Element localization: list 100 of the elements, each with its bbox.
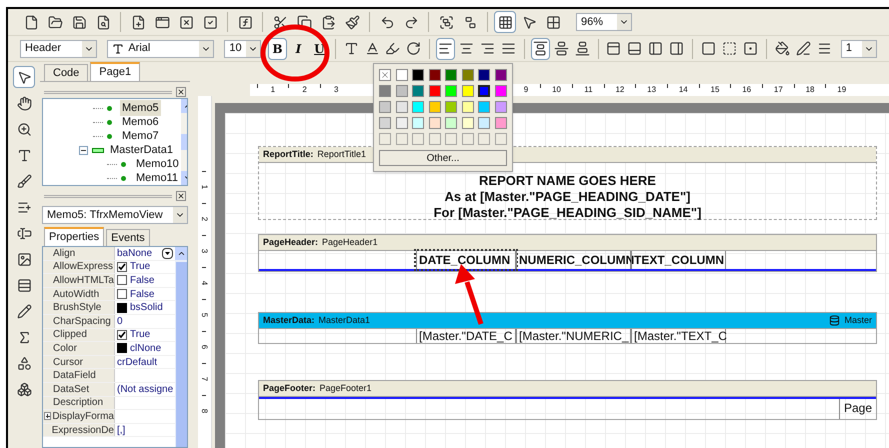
color-swatch[interactable]: [445, 117, 457, 129]
master-data-band[interactable]: MasterData: MasterData1 Master [Master."DATE_C [Master."NUMERIC_ [Master."TEXT_C: [258, 312, 877, 344]
page-tab[interactable]: Page1: [90, 62, 140, 81]
text-style-button[interactable]: I: [288, 38, 308, 60]
checkbox[interactable]: [117, 275, 127, 286]
color-swatch[interactable]: [396, 117, 408, 129]
color-swatch[interactable]: [478, 85, 490, 97]
color-swatch[interactable]: [379, 101, 391, 113]
align-left-icon[interactable]: [436, 38, 456, 60]
color-swatch[interactable]: [412, 85, 424, 97]
dataset-icon: [829, 315, 840, 326]
page-text[interactable]: Page: [838, 399, 876, 419]
color-swatch[interactable]: [379, 117, 391, 129]
color-swatch[interactable]: [412, 69, 424, 81]
pointer-icon[interactable]: [13, 66, 35, 88]
font-combo[interactable]: Arial: [107, 40, 214, 58]
title-text[interactable]: For [Master."PAGE_HEADING_SID_NAME"]: [434, 205, 702, 221]
empty-swatch[interactable]: [462, 133, 474, 145]
empty-swatch[interactable]: [379, 133, 391, 145]
checkbox[interactable]: [117, 262, 127, 272]
close-icon[interactable]: [176, 87, 186, 97]
color-swatch[interactable]: [428, 69, 440, 81]
property-value[interactable]: baNone: [117, 247, 162, 261]
property-value[interactable]: True: [130, 327, 150, 342]
color-swatch[interactable]: [428, 85, 440, 97]
tree-item[interactable]: Memo5: [120, 100, 161, 116]
color-swatch[interactable]: [462, 101, 474, 113]
font-size-combo[interactable]: 10: [224, 40, 261, 58]
column-header-text[interactable]: DATE_COLUMN: [416, 251, 516, 269]
text-style-button[interactable]: B: [268, 38, 287, 60]
empty-swatch[interactable]: [428, 133, 440, 145]
property-value[interactable]: crDefault: [117, 354, 158, 370]
color-swatch[interactable]: [494, 69, 506, 81]
field-text[interactable]: [Master."DATE_C: [416, 329, 516, 343]
tree-item[interactable]: MasterData1: [108, 142, 175, 158]
column-header-text[interactable]: TEXT_COLUMN: [631, 251, 726, 269]
color-swatch[interactable]: [478, 101, 490, 113]
title-text[interactable]: REPORT NAME GOES HERE: [479, 173, 656, 189]
ruler-number: 17: [774, 84, 783, 96]
empty-swatch[interactable]: [412, 133, 424, 145]
dropdown-button[interactable]: [162, 248, 174, 259]
color-swatch[interactable]: [428, 117, 440, 129]
page-footer-band[interactable]: PageFooter: PageFooter1 Page: [258, 380, 877, 420]
color-swatch[interactable]: [445, 101, 457, 113]
align-top-icon[interactable]: [530, 38, 550, 60]
zoom-combo[interactable]: 96%: [576, 13, 632, 31]
color-swatch[interactable]: [379, 85, 391, 97]
property-value[interactable]: False: [130, 286, 154, 302]
object-combo[interactable]: Memo5: TfrxMemoView: [42, 206, 188, 224]
title-text[interactable]: As at [Master."PAGE_HEADING_DATE"]: [444, 189, 690, 205]
tree-item[interactable]: Memo7: [120, 128, 161, 144]
property-value[interactable]: 0: [117, 314, 123, 329]
no-color-swatch[interactable]: [379, 69, 391, 81]
field-text[interactable]: [Master."TEXT_C: [631, 329, 726, 343]
tree-item[interactable]: Memo6: [120, 114, 161, 130]
tree-item[interactable]: Memo10: [134, 156, 181, 172]
text-style-button[interactable]: U: [310, 38, 329, 60]
color-swatch[interactable]: [445, 85, 457, 97]
color-swatch[interactable]: [412, 101, 424, 113]
style-combo[interactable]: Header: [20, 40, 97, 58]
close-icon[interactable]: [176, 191, 186, 201]
color-swatch[interactable]: [494, 85, 506, 97]
property-value[interactable]: False: [130, 272, 154, 288]
empty-swatch[interactable]: [494, 133, 506, 145]
color-swatch[interactable]: [462, 117, 474, 129]
column-header-text[interactable]: NUMERIC_COLUMN: [516, 251, 631, 269]
frame-width-combo[interactable]: 1: [840, 40, 877, 58]
color-swatch[interactable]: [494, 101, 506, 113]
page-tab[interactable]: Code: [44, 64, 88, 81]
empty-swatch[interactable]: [445, 133, 457, 145]
expand-box[interactable]: [44, 412, 52, 420]
empty-swatch[interactable]: [478, 133, 490, 145]
property-value[interactable]: [,]: [117, 422, 126, 438]
page-header-band[interactable]: PageHeader: PageHeader1 DATE_COLUMN NUMERIC_COLUMNTEXT_COLUMN: [258, 234, 877, 272]
color-swatch[interactable]: [396, 69, 408, 81]
inspector-tab[interactable]: Properties: [44, 227, 104, 246]
tree-item[interactable]: Memo11: [134, 170, 180, 185]
property-value[interactable]: clNone: [130, 340, 162, 356]
property-value[interactable]: (Not assigne: [117, 382, 174, 397]
other-color-button[interactable]: Other...: [379, 150, 507, 166]
color-swatch[interactable]: [462, 85, 474, 97]
color-swatch[interactable]: [462, 69, 474, 81]
checkbox[interactable]: [117, 289, 127, 300]
color-swatch[interactable]: [478, 69, 490, 81]
color-swatch[interactable]: [428, 101, 440, 113]
scroll-up-icon[interactable]: [175, 247, 187, 260]
field-text[interactable]: [Master."NUMERIC_: [516, 329, 631, 343]
collapse-box[interactable]: [79, 146, 88, 154]
property-value[interactable]: True: [130, 259, 150, 274]
inspector-tab[interactable]: Events: [106, 229, 150, 246]
color-swatch[interactable]: [478, 117, 490, 129]
grid-icon[interactable]: [494, 11, 516, 33]
color-swatch[interactable]: [396, 85, 408, 97]
checkbox[interactable]: [117, 330, 127, 340]
empty-swatch[interactable]: [396, 133, 408, 145]
color-swatch[interactable]: [396, 101, 408, 113]
property-value[interactable]: bsSolid: [130, 300, 163, 316]
color-swatch[interactable]: [412, 117, 424, 129]
color-swatch[interactable]: [494, 117, 506, 129]
color-swatch[interactable]: [445, 69, 457, 81]
